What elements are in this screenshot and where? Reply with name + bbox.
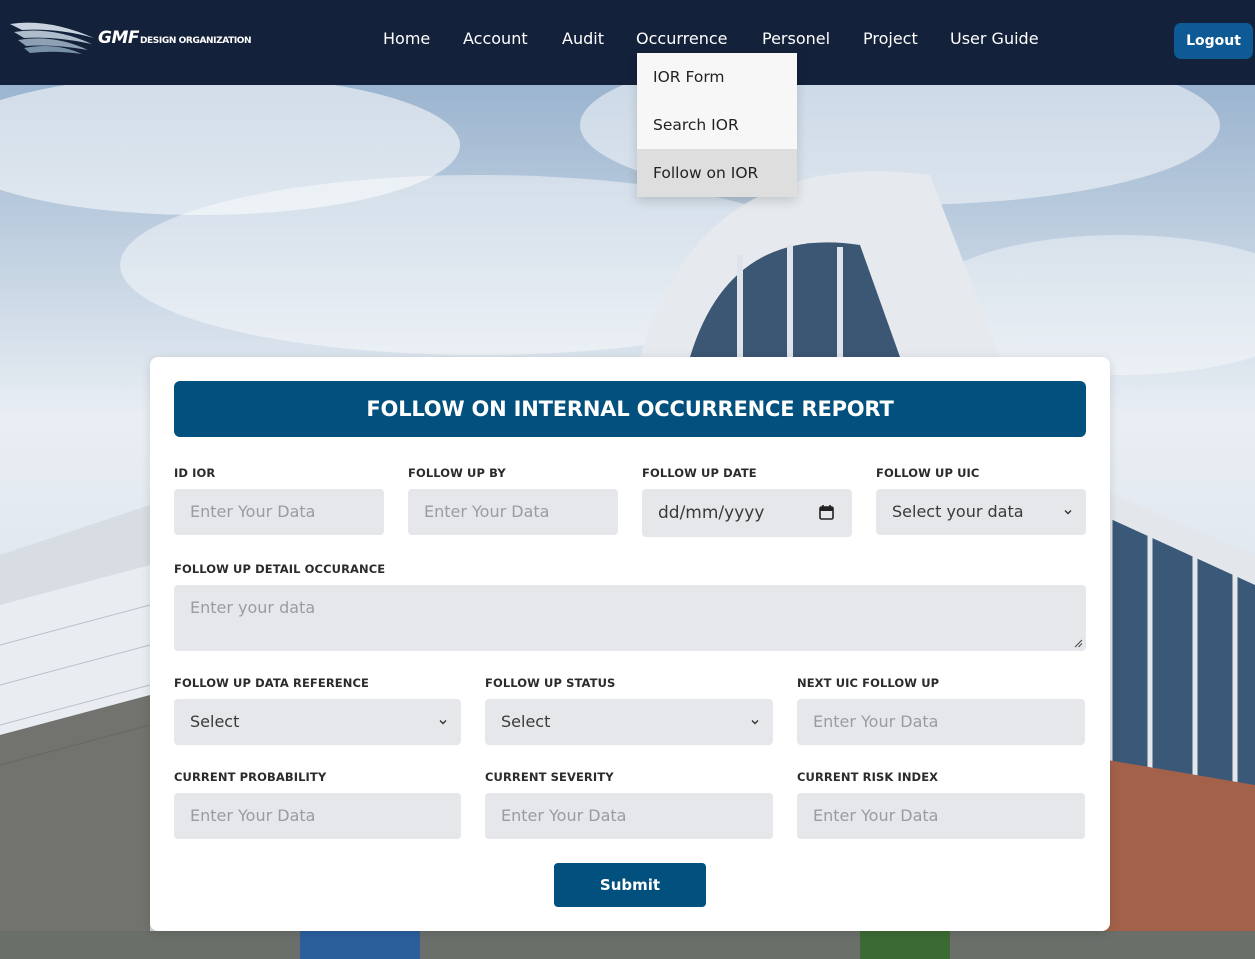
chevron-down-icon — [439, 720, 447, 725]
follow-up-status-select[interactable]: Select — [485, 699, 773, 745]
follow-up-date-label: FOLLOW UP DATE — [642, 466, 757, 480]
follow-up-data-reference-value: Select — [190, 712, 240, 731]
follow-on-ior-form: FOLLOW ON INTERNAL OCCURRENCE REPORT ID … — [150, 357, 1110, 931]
current-probability-label: CURRENT PROBABILITY — [174, 770, 327, 784]
menu-item-ior-form[interactable]: IOR Form — [637, 53, 797, 101]
form-title: FOLLOW ON INTERNAL OCCURRENCE REPORT — [174, 381, 1086, 437]
main-nav: Home Account Audit Occurrence Personel P… — [0, 29, 1255, 53]
follow-up-date-placeholder: dd/mm/yyyy — [658, 503, 765, 523]
current-severity-label: CURRENT SEVERITY — [485, 770, 614, 784]
calendar-icon[interactable] — [819, 504, 834, 520]
follow-up-uic-value: Select your data — [892, 502, 1024, 521]
id-ior-input[interactable]: Enter Your Data — [174, 489, 384, 535]
follow-up-data-reference-label: FOLLOW UP DATA REFERENCE — [174, 676, 369, 690]
chevron-down-icon — [1064, 510, 1072, 515]
chevron-down-icon — [751, 720, 759, 725]
submit-button[interactable]: Submit — [554, 863, 706, 907]
nav-audit[interactable]: Audit — [562, 29, 604, 48]
follow-up-uic-label: FOLLOW UP UIC — [876, 466, 980, 480]
follow-up-detail-label: FOLLOW UP DETAIL OCCURANCE — [174, 562, 386, 576]
menu-item-follow-on-ior[interactable]: Follow on IOR — [637, 149, 797, 197]
current-risk-index-input[interactable]: Enter Your Data — [797, 793, 1085, 839]
nav-user-guide[interactable]: User Guide — [950, 29, 1039, 48]
follow-up-by-input[interactable]: Enter Your Data — [408, 489, 618, 535]
nav-occurrence[interactable]: Occurrence — [636, 29, 727, 48]
next-uic-follow-up-label: NEXT UIC FOLLOW UP — [797, 676, 940, 690]
nav-project[interactable]: Project — [863, 29, 918, 48]
follow-up-detail-placeholder: Enter your data — [190, 598, 316, 617]
follow-up-by-label: FOLLOW UP BY — [408, 466, 506, 480]
nav-home[interactable]: Home — [383, 29, 430, 48]
next-uic-follow-up-input[interactable]: Enter Your Data — [797, 699, 1085, 745]
menu-item-search-ior[interactable]: Search IOR — [637, 101, 797, 149]
follow-up-uic-select[interactable]: Select your data — [876, 489, 1086, 535]
follow-up-status-value: Select — [501, 712, 551, 731]
current-probability-input[interactable]: Enter Your Data — [174, 793, 461, 839]
nav-account[interactable]: Account — [463, 29, 528, 48]
follow-up-date-input[interactable]: dd/mm/yyyy — [642, 489, 852, 537]
follow-up-detail-textarea[interactable]: Enter your data — [174, 585, 1086, 651]
logout-button[interactable]: Logout — [1174, 23, 1253, 59]
id-ior-label: ID IOR — [174, 466, 216, 480]
top-navbar: GMFDESIGN ORGANIZATION Home Account Audi… — [0, 0, 1255, 85]
occurrence-dropdown-menu: IOR Form Search IOR Follow on IOR — [637, 53, 797, 197]
follow-up-status-label: FOLLOW UP STATUS — [485, 676, 616, 690]
current-risk-index-label: CURRENT RISK INDEX — [797, 770, 939, 784]
current-severity-input[interactable]: Enter Your Data — [485, 793, 773, 839]
resize-handle-icon[interactable] — [1073, 638, 1083, 648]
follow-up-data-reference-select[interactable]: Select — [174, 699, 461, 745]
nav-personel[interactable]: Personel — [762, 29, 830, 48]
